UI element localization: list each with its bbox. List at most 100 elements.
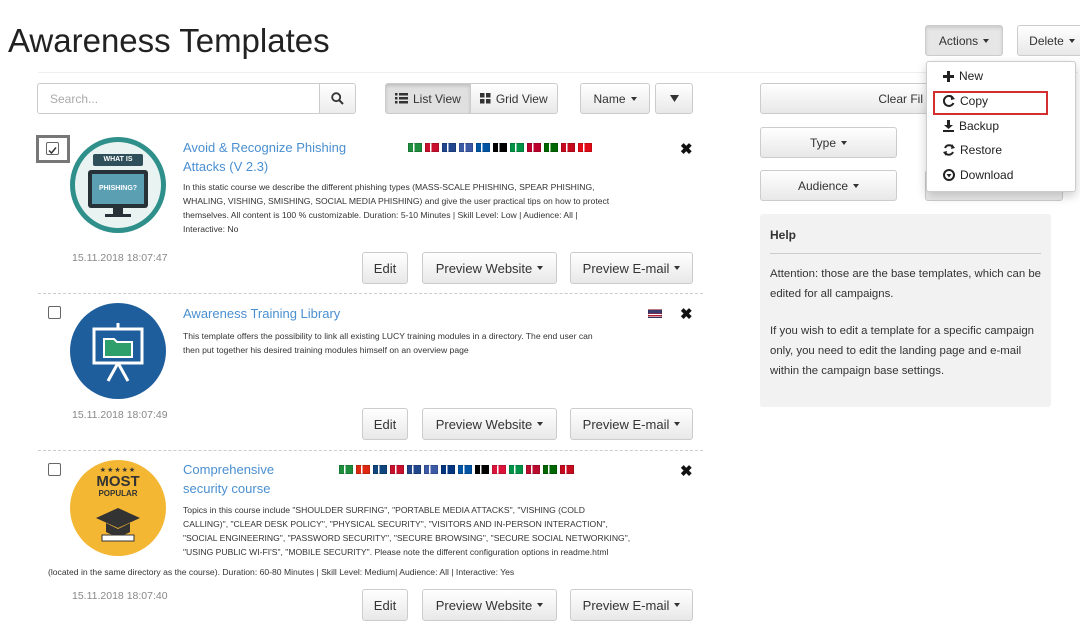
preview-website-button[interactable]: Preview Website — [422, 252, 557, 284]
delete-button[interactable]: Delete — [1017, 25, 1080, 56]
menu-item-label: New — [959, 69, 984, 83]
sort-name-label: Name — [593, 91, 626, 106]
template-title-2[interactable]: Awareness Training Library — [183, 304, 443, 323]
template-title-line[interactable]: security course — [183, 479, 373, 498]
copy-refresh-icon — [943, 95, 955, 107]
preview-email-label: Preview E-mail — [582, 416, 670, 432]
language-flag-icon — [373, 465, 387, 474]
flag-us-icon — [648, 309, 662, 318]
avatar-text-screen: PHISHING? — [92, 174, 144, 204]
plus-icon — [943, 70, 954, 82]
template-title-line[interactable]: Awareness Training Library — [183, 304, 443, 323]
most-popular-thumbnail: ★★★★★ MOST POPULAR — [70, 460, 166, 556]
description-line: In this static course we describe the di… — [183, 182, 595, 192]
caret-down-icon — [983, 38, 990, 43]
description-line: CALLING)", "CLEAR DESK POLICY", "PHYSICA… — [183, 519, 608, 529]
template-title-1[interactable]: Avoid & Recognize Phishing Attacks (V 2.… — [183, 138, 373, 176]
grid-view-button[interactable]: Grid View — [470, 83, 558, 114]
delete-label: Delete — [1029, 33, 1064, 48]
list-view-button[interactable]: List View — [385, 83, 471, 114]
help-heading: Help — [770, 228, 797, 242]
menu-item-label: Backup — [959, 119, 1000, 133]
library-thumbnail — [70, 303, 166, 399]
menu-item-new[interactable]: New — [943, 69, 983, 83]
search-button[interactable] — [319, 83, 356, 114]
template-description-2: This template offers the possibility to … — [183, 329, 688, 357]
edit-label: Edit — [373, 260, 397, 276]
audience-filter-button[interactable]: Audience — [760, 170, 897, 201]
preview-email-button[interactable]: Preview E-mail — [570, 589, 693, 621]
check-icon — [48, 147, 57, 155]
delete-template-3-icon[interactable]: ✖ — [680, 462, 693, 480]
help-paragraph-1: Attention: those are the base templates,… — [770, 268, 1042, 300]
type-filter-button[interactable]: Type — [760, 127, 897, 158]
caret-down-icon — [1068, 38, 1075, 43]
language-flag-icon — [544, 143, 558, 152]
help-panel: Help Attention: those are the base templ… — [760, 214, 1051, 407]
description-line: themselves. All content is 100 % customi… — [183, 210, 578, 220]
list-icon — [395, 93, 408, 104]
language-flag-icon — [475, 465, 489, 474]
preview-email-button[interactable]: Preview E-mail — [570, 408, 693, 440]
template-date-3: 15.11.2018 18:07:40 — [72, 590, 168, 602]
template-checkbox-3[interactable] — [48, 463, 61, 476]
description-line: "USING PUBLIC WI-FI'S", "MOBILE SECURITY… — [183, 547, 609, 557]
preview-email-button[interactable]: Preview E-mail — [570, 252, 693, 284]
menu-item-restore[interactable]: Restore — [943, 143, 1002, 157]
template-checkbox-2[interactable] — [48, 306, 61, 319]
description-line: Interactive: No — [183, 224, 239, 234]
sort-direction-button[interactable] — [655, 83, 693, 114]
language-flag-icon — [339, 465, 353, 474]
template-description-1: In this static course we describe the di… — [183, 180, 688, 236]
language-flags — [648, 309, 662, 318]
edit-button[interactable]: Edit — [362, 252, 408, 284]
list-view-label: List View — [413, 91, 461, 106]
page-title: Awareness Templates — [8, 22, 330, 59]
language-flag-icon — [441, 465, 455, 474]
clear-filter-button[interactable]: Clear Fil — [760, 83, 930, 114]
edit-button[interactable]: Edit — [362, 408, 408, 440]
avatar-text-top: WHAT IS — [93, 154, 143, 166]
search-icon — [331, 92, 344, 105]
delete-template-1-icon[interactable]: ✖ — [680, 140, 693, 158]
caret-down-icon — [674, 603, 681, 607]
language-flag-icon — [561, 143, 575, 152]
menu-item-download[interactable]: Download — [943, 168, 1013, 182]
preview-website-label: Preview Website — [435, 260, 533, 276]
language-flag-icon — [458, 465, 472, 474]
template-title-line[interactable]: Attacks (V 2.3) — [183, 157, 373, 176]
language-flag-icon — [509, 465, 523, 474]
badge-most: MOST — [96, 473, 140, 490]
caret-down-icon — [841, 140, 847, 145]
grid-view-label: Grid View — [495, 91, 548, 106]
actions-button[interactable]: Actions — [925, 25, 1003, 56]
language-flag-icon — [526, 465, 540, 474]
template-checkbox-1[interactable] — [46, 142, 59, 155]
preview-website-button[interactable]: Preview Website — [422, 589, 557, 621]
caret-down-icon — [630, 96, 637, 101]
circle-arrow-icon — [943, 169, 955, 181]
preview-website-button[interactable]: Preview Website — [422, 408, 557, 440]
description-line: This template offers the possibility to … — [183, 331, 593, 341]
sort-name-button[interactable]: Name — [580, 83, 650, 114]
search-input[interactable] — [37, 83, 320, 114]
menu-item-backup[interactable]: Backup — [943, 119, 999, 133]
template-title-line[interactable]: Avoid & Recognize Phishing — [183, 138, 373, 157]
preview-website-label: Preview Website — [435, 416, 533, 432]
triangle-down-icon — [669, 95, 679, 102]
type-filter-label: Type — [809, 135, 836, 150]
card-separator — [38, 450, 703, 451]
download-icon — [943, 120, 954, 132]
menu-item-label: Download — [960, 168, 1014, 182]
caret-down-icon — [674, 266, 681, 270]
language-flag-icon — [425, 143, 439, 152]
menu-item-copy[interactable]: Copy — [943, 94, 988, 108]
edit-button[interactable]: Edit — [362, 589, 408, 621]
edit-label: Edit — [373, 597, 397, 613]
language-flag-icon — [492, 465, 506, 474]
actions-label: Actions — [938, 33, 979, 48]
delete-template-2-icon[interactable]: ✖ — [680, 305, 693, 323]
template-description-3-tail: (located in the same directory as the co… — [48, 567, 515, 577]
language-flag-icon — [476, 143, 490, 152]
description-line: then put together his desired training m… — [183, 345, 469, 355]
